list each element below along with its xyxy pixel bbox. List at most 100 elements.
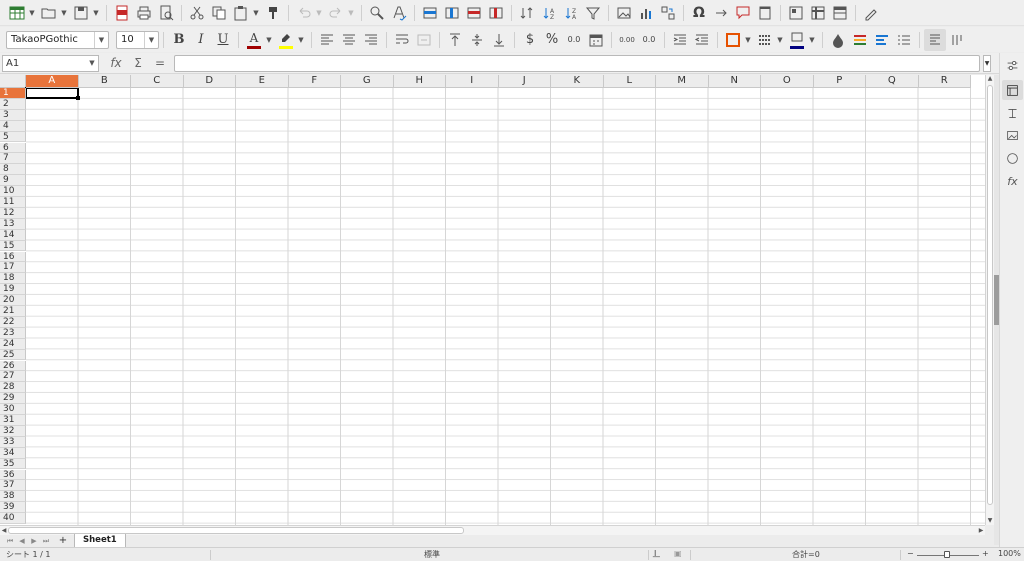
sidebar-properties-icon[interactable] [1002,80,1023,100]
export-pdf-icon[interactable] [111,2,133,24]
row-header-28[interactable]: 28 [0,382,26,394]
select-all-corner[interactable] [0,75,26,88]
scroll-right-icon[interactable]: ▶ [977,526,985,535]
row-header-30[interactable]: 30 [0,404,26,415]
row-header-18[interactable]: 18 [0,273,26,285]
column-header-d[interactable]: D [183,75,236,88]
vertical-text-icon[interactable] [946,29,968,51]
first-sheet-icon[interactable]: ⏮ [4,535,16,547]
next-sheet-icon[interactable]: ▶ [28,535,40,547]
row-header-10[interactable]: 10 [0,186,26,197]
row-header-24[interactable]: 24 [0,338,26,350]
row-header-8[interactable]: 8 [0,164,26,176]
percent-format-button[interactable]: % [541,29,563,51]
row-header-39[interactable]: 39 [0,502,26,514]
row-header-17[interactable]: 17 [0,262,26,274]
vertical-scroll-thumb[interactable] [987,85,993,505]
font-size-dropdown-icon[interactable]: ▼ [144,31,158,48]
row-header-9[interactable]: 9 [0,175,26,187]
column-header-o[interactable]: O [761,75,814,88]
headers-footers-icon[interactable] [754,2,776,24]
redo-icon[interactable] [325,2,347,24]
bold-button[interactable]: B [168,29,190,51]
column-header-p[interactable]: P [813,75,866,88]
column-header-m[interactable]: M [656,75,709,88]
print-preview-icon[interactable] [155,2,177,24]
undo-dropdown-icon[interactable]: ▼ [315,2,323,24]
row-header-22[interactable]: 22 [0,316,26,328]
row-header-11[interactable]: 11 [0,197,26,208]
open-folder-icon[interactable] [38,2,60,24]
open-dropdown-icon[interactable]: ▼ [60,2,68,24]
row-header-21[interactable]: 21 [0,306,26,317]
sidebar-settings-icon[interactable] [1002,55,1023,75]
fill-handle[interactable] [76,96,80,100]
row-header-12[interactable]: 12 [0,207,26,219]
vertical-scrollbar[interactable]: ▲ ▼ [985,75,994,525]
zoom-in-button[interactable]: + [982,549,989,558]
row-header-37[interactable]: 37 [0,480,26,492]
text-direction-ltr-icon[interactable] [924,28,946,51]
row-header-7[interactable]: 7 [0,153,26,165]
autofilter-icon[interactable] [582,2,604,24]
column-header-q[interactable]: Q [866,75,919,88]
increase-indent-icon[interactable] [669,29,691,51]
paste-dropdown-icon[interactable]: ▼ [252,2,260,24]
center-vertically-icon[interactable] [466,29,488,51]
border-style-dropdown-icon[interactable]: ▼ [776,29,784,51]
sidebar-styles-icon[interactable] [1002,103,1023,123]
row-header-35[interactable]: 35 [0,458,26,470]
font-color-dropdown-icon[interactable]: ▼ [265,29,273,51]
scroll-up-icon[interactable]: ▲ [986,75,994,83]
row-header-19[interactable]: 19 [0,284,26,296]
add-decimal-button[interactable]: 0.00 [616,29,638,51]
column-header-n[interactable]: N [708,75,761,88]
row-header-25[interactable]: 25 [0,349,26,361]
define-print-area-icon[interactable] [785,2,807,24]
sheet-tab[interactable]: Sheet1 [74,534,126,548]
font-name-dropdown-icon[interactable]: ▼ [94,31,108,48]
align-bottom-icon[interactable] [488,29,510,51]
column-header-r[interactable]: R [918,75,971,88]
column-icon[interactable] [441,2,463,24]
pivot-table-icon[interactable] [657,2,679,24]
column-header-h[interactable]: H [393,75,446,88]
formula-icon[interactable]: = [149,56,171,70]
sort-icon[interactable] [516,2,538,24]
delete-column-icon[interactable] [485,2,507,24]
page-style[interactable]: 標準 [424,549,440,560]
expand-formula-bar-icon[interactable]: ▼ [983,54,991,72]
row-header-27[interactable]: 27 [0,371,26,383]
decrease-indent-icon[interactable] [691,29,713,51]
delete-row-icon[interactable] [463,2,485,24]
row-header-15[interactable]: 15 [0,240,26,252]
borders-icon[interactable] [722,29,744,51]
column-header-e[interactable]: E [236,75,289,88]
row-header-26[interactable]: 26 [0,360,26,372]
row-header-23[interactable]: 23 [0,327,26,339]
underline-button[interactable]: U [212,29,234,51]
sidebar-gallery-icon[interactable] [1002,125,1023,145]
date-format-icon[interactable] [585,29,607,51]
align-right-icon[interactable] [360,29,382,51]
save-dropdown-icon[interactable]: ▼ [92,2,100,24]
cut-icon[interactable] [186,2,208,24]
align-left-icon[interactable] [316,29,338,51]
insert-chart-icon[interactable] [635,2,657,24]
border-color-button[interactable] [786,29,808,51]
zoom-level[interactable]: 100% [998,549,1021,558]
column-header-g[interactable]: G [341,75,394,88]
row-header-31[interactable]: 31 [0,415,26,426]
conditional-format-icon[interactable] [827,29,849,51]
column-header-f[interactable]: F [288,75,341,88]
number-format-button[interactable]: 0.0 [563,29,585,51]
cell-area[interactable] [26,88,985,525]
border-color-dropdown-icon[interactable]: ▼ [808,29,816,51]
row-header-38[interactable]: 38 [0,491,26,503]
highlight-color-dropdown-icon[interactable]: ▼ [297,29,305,51]
show-draw-functions-icon[interactable] [860,2,882,24]
copy-icon[interactable] [208,2,230,24]
print-icon[interactable] [133,2,155,24]
row-header-20[interactable]: 20 [0,295,26,306]
column-header-a[interactable]: A [26,75,79,88]
